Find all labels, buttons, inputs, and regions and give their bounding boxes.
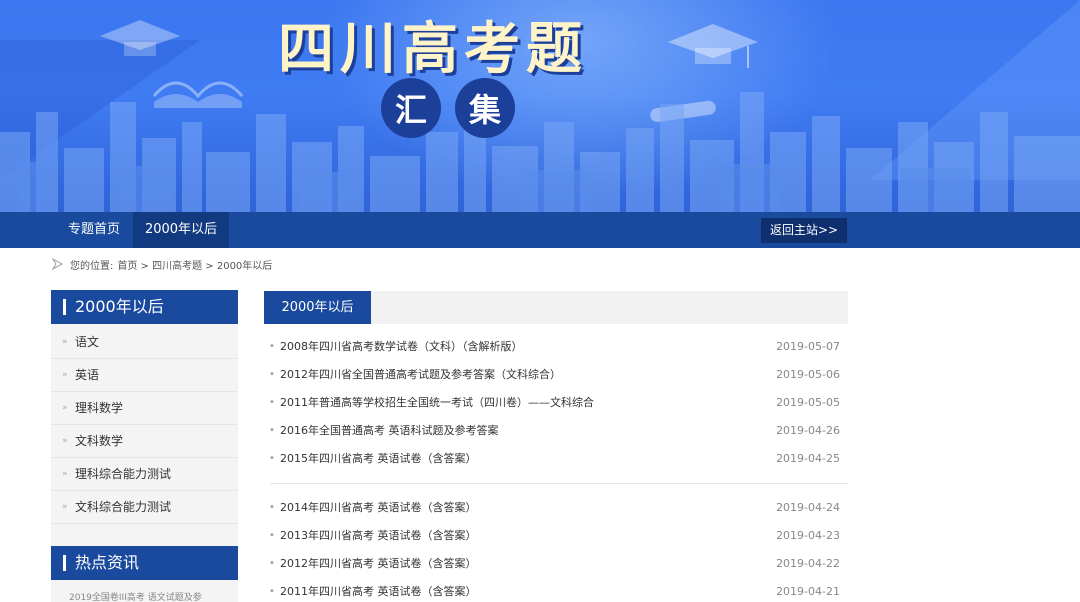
nav-home-link[interactable]: 专题首页 — [68, 212, 120, 248]
article-date: 2019-04-25 — [776, 452, 840, 465]
chevron-right-icon: » — [62, 370, 68, 380]
article-title[interactable]: 2013年四川省高考 英语试卷（含答案） — [280, 522, 477, 550]
chevron-right-icon: » — [62, 436, 68, 446]
sidebar-heading: 2000年以后 — [51, 290, 238, 324]
article-title[interactable]: 2016年全国普通高考 英语科试题及参考答案 — [280, 417, 499, 445]
article-date: 2019-04-21 — [776, 585, 840, 598]
banner-subtitle-char: 汇 — [381, 78, 441, 138]
article-date: 2019-05-05 — [776, 396, 840, 409]
sidebar-item-label: 语文 — [75, 335, 100, 349]
article-title[interactable]: 2011年四川省高考 英语试卷（含答案） — [280, 578, 477, 602]
chevron-right-icon: » — [62, 403, 68, 413]
list-item[interactable]: • 2008年四川省高考数学试卷（文科）（含解析版） 2019-05-07 — [264, 333, 848, 361]
article-date: 2019-05-06 — [776, 368, 840, 381]
sidebar-item-arts-comprehensive[interactable]: » 文科综合能力测试 — [51, 491, 238, 524]
panel-header: 2000年以后 — [264, 291, 848, 324]
article-title[interactable]: 2015年四川省高考 英语试卷（含答案） — [280, 445, 477, 473]
panel-tab[interactable]: 2000年以后 — [264, 291, 371, 324]
sidebar-heading-text: 2000年以后 — [75, 297, 164, 316]
sidebar-list: » 语文 » 英语 » 理科数学 » 文科数学 » 理科综合能力测试 » 文科综合能力测试 — [51, 324, 238, 559]
banner-subtitle-char: 集 — [455, 78, 515, 138]
bullet-icon: • — [269, 369, 275, 380]
article-date: 2019-05-07 — [776, 340, 840, 353]
sidebar-item-label: 英语 — [75, 368, 100, 382]
article-title[interactable]: 2014年四川省高考 英语试卷（含答案） — [280, 494, 477, 522]
sidebar-item-science-comprehensive[interactable]: » 理科综合能力测试 — [51, 458, 238, 491]
bullet-icon: • — [269, 558, 275, 569]
breadcrumb-label: 您的位置: — [70, 260, 114, 272]
chevron-right-icon: » — [62, 469, 68, 479]
sidebar-item-science-math[interactable]: » 理科数学 — [51, 392, 238, 425]
city-skyline — [0, 92, 1080, 212]
bullet-icon: • — [269, 586, 275, 597]
article-list-panel: 2000年以后 • 2008年四川省高考数学试卷（文科）（含解析版） 2019-05… — [264, 291, 848, 598]
article-title[interactable]: 2012年四川省全国普通高考试题及参考答案（文科综合） — [280, 361, 561, 389]
hot-news-heading: 热点资讯 — [51, 546, 238, 580]
list-item[interactable]: • 2011年普通高等学校招生全国统一考试（四川卷）——文科综合 2019-05-0… — [264, 389, 848, 417]
article-title[interactable]: 2008年四川省高考数学试卷（文科）（含解析版） — [280, 333, 523, 361]
article-date: 2019-04-24 — [776, 501, 840, 514]
article-date: 2019-04-23 — [776, 529, 840, 542]
sidebar-item-label: 理科数学 — [75, 401, 124, 415]
sidebar-hot-news: 热点资讯 2019全国卷III高考 语文试题及参 — [51, 546, 238, 602]
header-banner: 四川高考题 汇 集 — [0, 0, 1080, 212]
banner-title: 四川高考题 — [278, 17, 588, 82]
banner-subtitle: 汇 集 — [381, 78, 515, 138]
location-arrow-icon — [52, 258, 64, 270]
sidebar-item-label: 文科数学 — [75, 434, 124, 448]
bullet-icon: • — [269, 453, 275, 464]
article-list: • 2008年四川省高考数学试卷（文科）（含解析版） 2019-05-07 • 201… — [264, 333, 848, 602]
graduation-cap-icon — [668, 24, 758, 68]
nav-active-tab[interactable]: 2000年以后 — [133, 212, 229, 248]
list-item[interactable]: • 2012年四川省全国普通高考试题及参考答案（文科综合） 2019-05-06 — [264, 361, 848, 389]
list-item[interactable]: • 2012年四川省高考 英语试卷（含答案） 2019-04-22 — [264, 550, 848, 578]
chevron-right-icon: » — [62, 502, 68, 512]
list-item[interactable]: • 2015年四川省高考 英语试卷（含答案） 2019-04-25 — [264, 445, 848, 473]
article-title[interactable]: 2011年普通高等学校招生全国统一考试（四川卷）——文科综合 — [280, 389, 594, 417]
list-item[interactable]: • 2016年全国普通高考 英语科试题及参考答案 2019-04-26 — [264, 417, 848, 445]
list-item[interactable]: • 2011年四川省高考 英语试卷（含答案） 2019-04-21 — [264, 578, 848, 602]
graduation-cap-icon — [100, 20, 180, 56]
bullet-icon: • — [269, 425, 275, 436]
article-date: 2019-04-22 — [776, 557, 840, 570]
sidebar-item-arts-math[interactable]: » 文科数学 — [51, 425, 238, 458]
hot-news-item[interactable]: 2019全国卷III高考 语文试题及参 — [51, 580, 238, 602]
back-to-main-site-button[interactable]: 返回主站>> — [761, 218, 847, 243]
top-nav: 专题首页 2000年以后 返回主站>> — [0, 212, 1080, 248]
list-item[interactable]: • 2013年四川省高考 英语试卷（含答案） 2019-04-23 — [264, 522, 848, 550]
list-item[interactable]: • 2014年四川省高考 英语试卷（含答案） 2019-04-24 — [264, 494, 848, 522]
bullet-icon: • — [269, 341, 275, 352]
sidebar-item-label: 理科综合能力测试 — [75, 467, 172, 481]
list-divider — [270, 483, 848, 484]
heading-bar — [63, 555, 66, 571]
bullet-icon: • — [269, 397, 275, 408]
chevron-right-icon: » — [62, 337, 68, 347]
bullet-icon: • — [269, 530, 275, 541]
bullet-icon: • — [269, 502, 275, 513]
sidebar-item-english[interactable]: » 英语 — [51, 359, 238, 392]
sidebar-item-chinese[interactable]: » 语文 — [51, 326, 238, 359]
breadcrumb-path[interactable]: 首页 > 四川高考题 > 2000年以后 — [117, 257, 272, 272]
article-title[interactable]: 2012年四川省高考 英语试卷（含答案） — [280, 550, 477, 578]
article-date: 2019-04-26 — [776, 424, 840, 437]
breadcrumb: 您的位置: 首页 > 四川高考题 > 2000年以后 — [52, 256, 276, 272]
sidebar-item-label: 文科综合能力测试 — [75, 500, 172, 514]
hot-news-heading-text: 热点资讯 — [75, 553, 140, 572]
sidebar-category: 2000年以后 » 语文 » 英语 » 理科数学 » 文科数学 » 理科综合能力测试 » 文… — [51, 290, 238, 559]
heading-bar — [63, 299, 66, 315]
